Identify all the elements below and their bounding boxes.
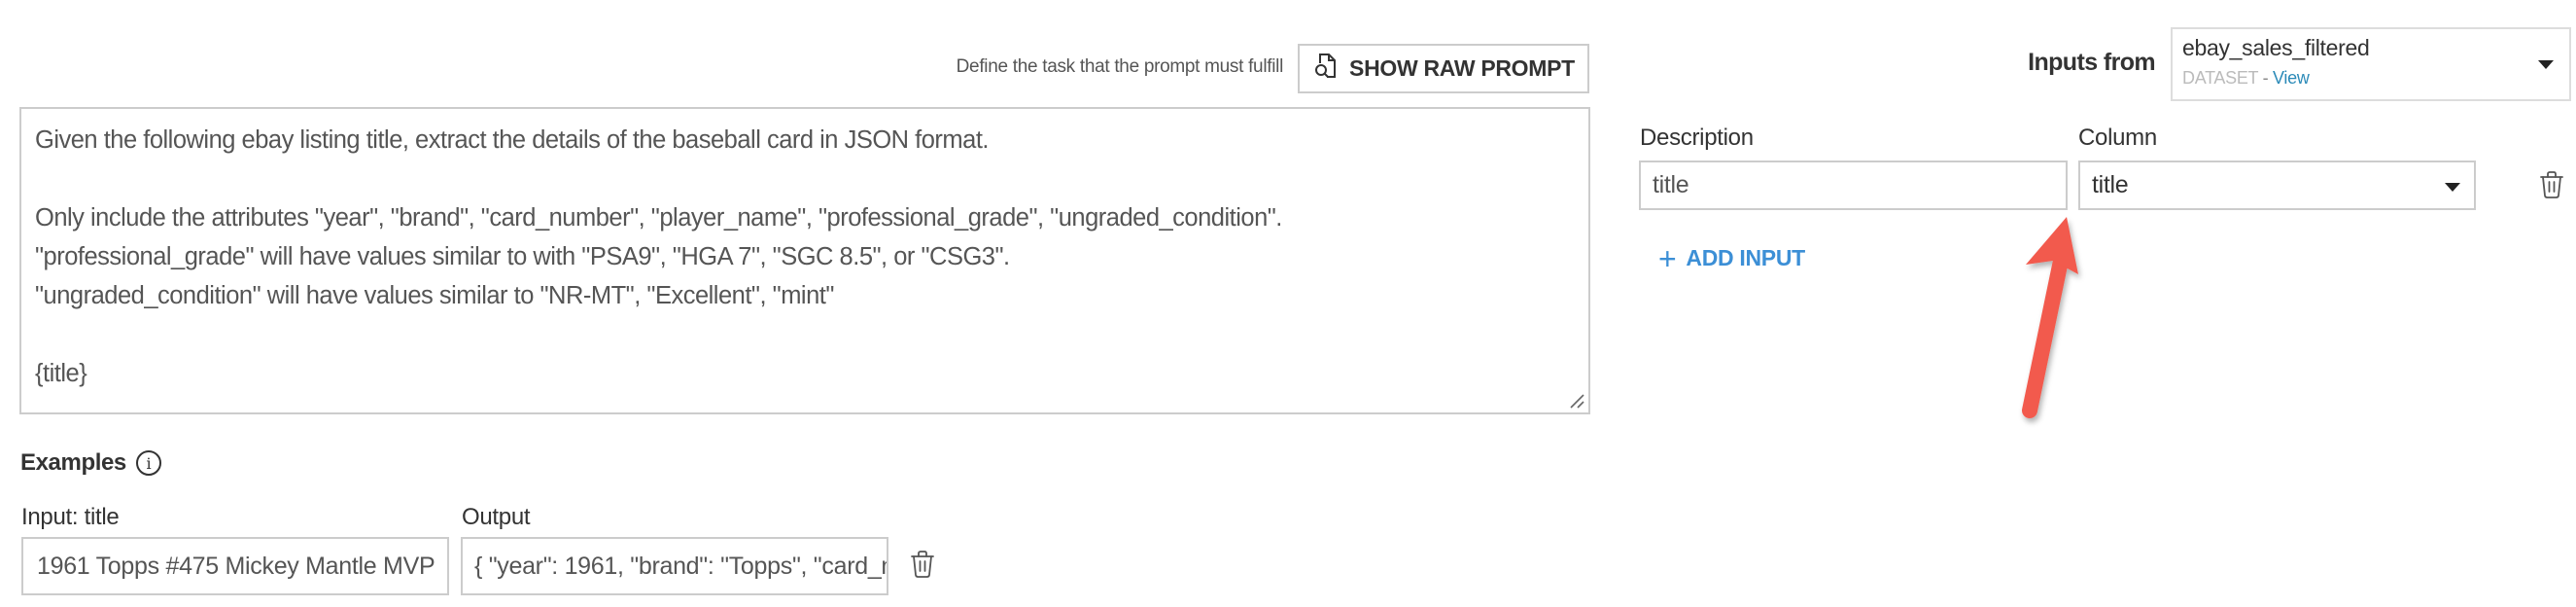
inputs-from-label: Inputs from: [2028, 49, 2155, 76]
example-input-label: Input: title: [21, 504, 120, 530]
dataset-type: DATASET: [2182, 68, 2258, 88]
dataset-separator: -: [2257, 68, 2274, 88]
trash-icon: [910, 551, 935, 583]
chevron-down-icon: [2445, 183, 2460, 192]
prompt-helper-text: Define the task that the prompt must ful…: [956, 56, 1284, 77]
plus-icon: +: [1658, 240, 1677, 276]
trash-icon: [2539, 171, 2564, 203]
example-input-field[interactable]: 1961 Topps #475 Mickey Mantle MVP: [21, 537, 449, 595]
column-label: Column: [2078, 125, 2157, 151]
document-search-icon: [1312, 52, 1340, 87]
example-output-field[interactable]: { "year": 1961, "brand": "Topps", "card_…: [461, 537, 888, 595]
column-select-value: title: [2092, 171, 2129, 198]
add-input-button[interactable]: + ADD INPUT: [1658, 240, 1805, 276]
examples-heading: Examples i: [20, 449, 161, 477]
show-raw-prompt-label: SHOW RAW PROMPT: [1349, 55, 1575, 81]
prompt-textarea[interactable]: Given the following ebay listing title, …: [19, 107, 1590, 414]
delete-example-button[interactable]: [910, 550, 935, 584]
arrow-shaft: [2022, 253, 2069, 418]
delete-input-button[interactable]: [2539, 170, 2564, 204]
show-raw-prompt-button[interactable]: SHOW RAW PROMPT: [1298, 44, 1589, 93]
dataset-select[interactable]: ebay_sales_filtered DATASET - View: [2171, 27, 2571, 101]
example-output-label: Output: [462, 504, 531, 530]
description-input[interactable]: title: [1639, 161, 2068, 210]
dataset-meta: DATASET - View: [2182, 68, 2310, 89]
annotation-arrow: [2022, 217, 2078, 418]
info-icon[interactable]: i: [135, 450, 161, 476]
chevron-down-icon: [2538, 60, 2554, 69]
add-input-label: ADD INPUT: [1686, 245, 1805, 270]
dataset-name: ebay_sales_filtered: [2182, 35, 2370, 60]
resize-grip-icon[interactable]: [1567, 391, 1586, 411]
dataset-view-link[interactable]: View: [2273, 68, 2310, 88]
column-select[interactable]: title: [2078, 161, 2476, 210]
description-label: Description: [1640, 125, 1754, 151]
examples-title: Examples: [20, 449, 126, 476]
